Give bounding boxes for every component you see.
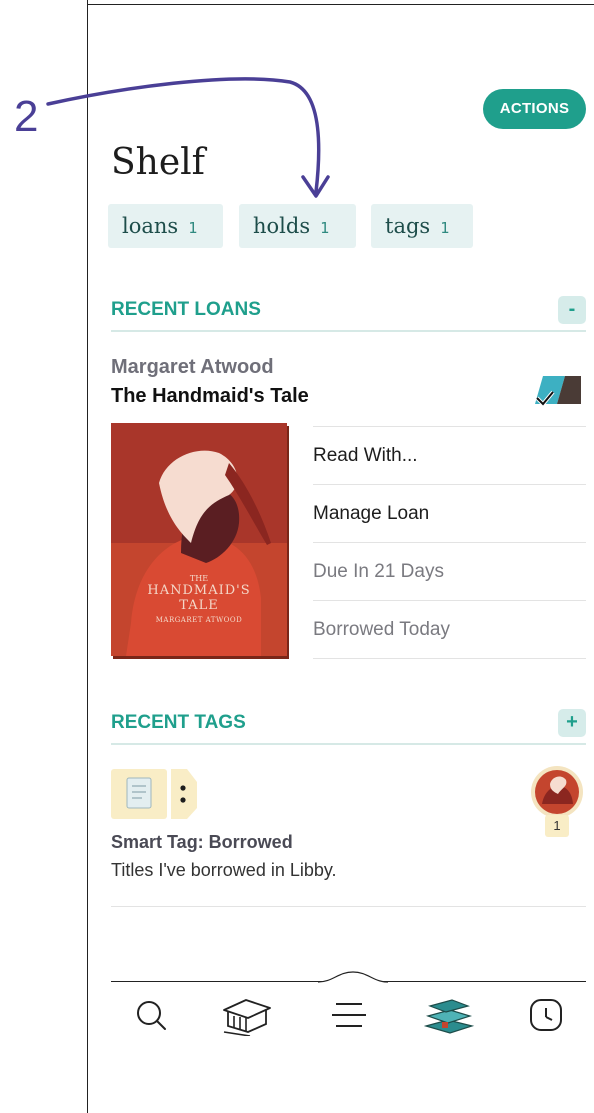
kebab-icon[interactable] (177, 783, 189, 807)
tags-chip-count: 1 (440, 219, 450, 237)
open-book-icon[interactable] (535, 374, 583, 408)
book-title[interactable]: The Handmaid's Tale (111, 385, 309, 408)
recent-loans-rule (111, 330, 586, 332)
tag-description: Titles I've borrowed in Libby. (111, 860, 337, 880)
read-with-option[interactable]: Read With... (313, 426, 586, 484)
nav-notch (318, 971, 388, 983)
tags-chip[interactable]: tags 1 (371, 204, 473, 248)
tags-chip-label: tags (385, 214, 431, 238)
cover-text-the: THE (189, 574, 209, 583)
recent-tags-heading: RECENT TAGS (111, 712, 246, 733)
search-icon-glyph (137, 1001, 166, 1030)
cover-text-tale: TALE (179, 598, 219, 613)
library-icon-glyph (223, 999, 271, 1037)
holds-chip[interactable]: holds 1 (239, 204, 356, 248)
menu-icon[interactable] (328, 996, 372, 1036)
actions-button[interactable]: ACTIONS (483, 89, 586, 129)
tag-name[interactable]: Smart Tag: Borrowed (111, 832, 293, 853)
timeline-icon[interactable] (525, 996, 569, 1036)
shelf-icon-glyph (423, 999, 475, 1034)
cover-text-handmaids: HANDMAID'S (147, 583, 251, 598)
book-author: Margaret Atwood (111, 356, 274, 378)
menu-icon-glyph (332, 1003, 366, 1027)
recent-loans-heading: RECENT LOANS (111, 299, 261, 320)
loans-chip-label: loans (122, 214, 179, 238)
tag-divider (111, 906, 586, 907)
loans-chip[interactable]: loans 1 (108, 204, 223, 248)
due-date-text: Due In 21 Days (313, 542, 586, 600)
timeline-icon-glyph (530, 999, 562, 1031)
loans-chip-count: 1 (188, 219, 198, 237)
holds-chip-label: holds (253, 214, 311, 238)
library-icon[interactable] (220, 996, 274, 1037)
holds-chip-count: 1 (320, 219, 330, 237)
search-icon[interactable] (130, 996, 174, 1036)
add-tag-button[interactable]: + (558, 709, 586, 737)
shelf-icon[interactable] (422, 996, 476, 1036)
collapse-loans-button[interactable]: - (558, 296, 586, 324)
tag-count-badge: 1 (545, 815, 569, 837)
book-cover[interactable]: THE HANDMAID'S TALE MARGARET ATWOOD (111, 423, 287, 656)
cover-text-author: MARGARET ATWOOD (155, 616, 243, 624)
borrowed-date-text: Borrowed Today (313, 600, 586, 659)
page-title: Shelf (111, 142, 205, 183)
recent-tags-rule (111, 743, 586, 745)
manage-loan-option[interactable]: Manage Loan (313, 484, 586, 542)
